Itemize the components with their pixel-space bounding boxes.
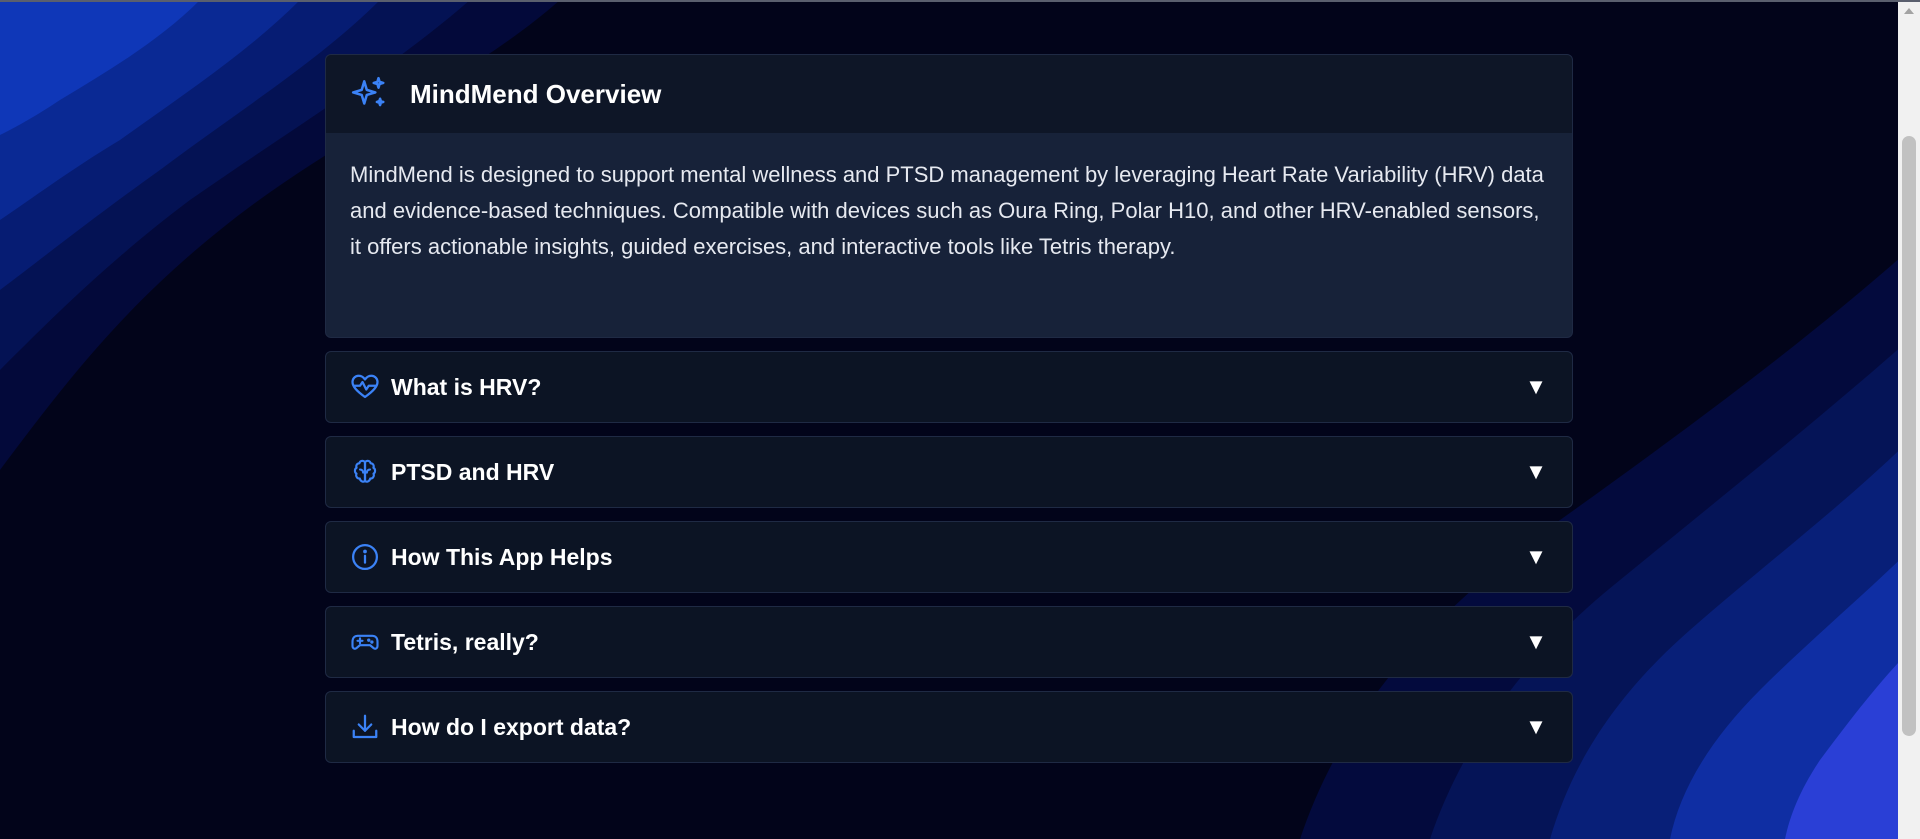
scrollbar-thumb[interactable]	[1902, 136, 1916, 736]
scroll-up-arrow-icon[interactable]	[1904, 8, 1914, 14]
overview-description: MindMend is designed to support mental w…	[350, 162, 1544, 259]
heart-pulse-icon	[350, 372, 380, 402]
accordion-ptsd-and-hrv[interactable]: PTSD and HRV ▼	[325, 436, 1573, 508]
accordion-what-is-hrv[interactable]: What is HRV? ▼	[325, 351, 1573, 423]
accordion-label: What is HRV?	[391, 373, 542, 400]
chevron-down-icon[interactable]: ▼	[1524, 544, 1548, 570]
vertical-scrollbar[interactable]	[1898, 2, 1920, 839]
chevron-down-icon[interactable]: ▼	[1524, 459, 1548, 485]
accordion-label: How This App Helps	[391, 543, 613, 570]
chevron-down-icon[interactable]: ▼	[1524, 629, 1548, 655]
accordion-export-data[interactable]: How do I export data? ▼	[325, 691, 1573, 763]
sparkles-icon	[350, 75, 388, 113]
accordion-label: Tetris, really?	[391, 628, 539, 655]
chevron-down-icon[interactable]: ▼	[1524, 374, 1548, 400]
main-content: MindMend Overview MindMend is designed t…	[325, 54, 1573, 763]
chevron-down-icon[interactable]: ▼	[1524, 714, 1548, 740]
app-page: MindMend Overview MindMend is designed t…	[0, 0, 1920, 839]
gamepad-icon	[350, 627, 380, 657]
accordion-label: PTSD and HRV	[391, 458, 555, 485]
download-icon	[350, 712, 380, 742]
overview-card: MindMend Overview MindMend is designed t…	[325, 54, 1573, 338]
accordion-label: How do I export data?	[391, 713, 632, 740]
accordion-how-this-app-helps[interactable]: How This App Helps ▼	[325, 521, 1573, 593]
brain-icon	[350, 457, 380, 487]
window-top-border	[0, 0, 1920, 2]
info-icon	[350, 542, 380, 572]
overview-header: MindMend Overview	[326, 55, 1572, 133]
accordion-tetris-really[interactable]: Tetris, really? ▼	[325, 606, 1573, 678]
overview-title: MindMend Overview	[410, 78, 662, 109]
